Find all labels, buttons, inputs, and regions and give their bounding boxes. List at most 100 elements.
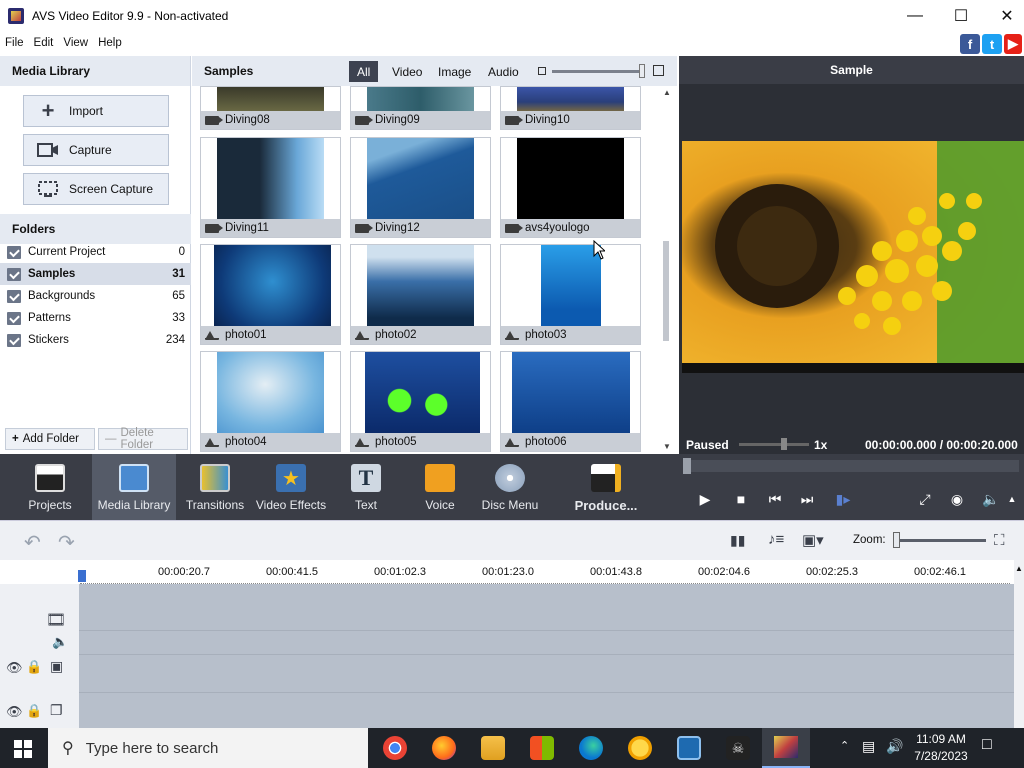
toolbar-disc-menu[interactable]: Disc Menu xyxy=(480,454,540,520)
media-item-photo04[interactable]: photo04 xyxy=(200,351,341,452)
video-app-icon[interactable] xyxy=(677,736,701,760)
fullscreen-icon[interactable]: ⤢ xyxy=(914,488,936,510)
avs-taskbar-button[interactable] xyxy=(762,728,810,768)
windows-start-icon[interactable] xyxy=(14,740,32,758)
tray-chevron-icon[interactable]: ⌃ xyxy=(840,739,849,752)
lock-icon[interactable]: 🔒 xyxy=(26,703,42,719)
folder-current-project[interactable]: Current Project 0 xyxy=(0,241,191,263)
scroll-up-icon[interactable]: ▲ xyxy=(1015,564,1023,573)
timeline-scrollbar[interactable]: ▲ xyxy=(1014,560,1024,728)
clock-date[interactable]: 7/28/2023 xyxy=(912,749,970,763)
timeline-ruler[interactable]: 00:00:20.7 00:00:41.5 00:01:02.3 00:01:2… xyxy=(0,560,1024,584)
snapshot-camera-icon[interactable]: ◉ xyxy=(946,488,968,510)
toolbar-transitions[interactable]: Transitions xyxy=(180,454,250,520)
position-slider-handle[interactable] xyxy=(683,458,691,474)
scroll-down-icon[interactable]: ▼ xyxy=(663,442,671,451)
media-item-avs4youlogo[interactable]: avs4youlogo xyxy=(500,137,641,238)
toolbar-voice[interactable]: Voice xyxy=(410,454,470,520)
media-item-photo02[interactable]: photo02 xyxy=(350,244,491,345)
media-item-photo06[interactable]: photo06 xyxy=(500,351,641,452)
filter-image[interactable]: Image xyxy=(430,61,479,82)
stop-button[interactable]: ■ xyxy=(730,488,752,510)
scroll-up-icon[interactable]: ▲ xyxy=(663,88,671,97)
next-frame-button[interactable]: ⏭ xyxy=(796,488,818,510)
visibility-eye-icon[interactable]: 👁 xyxy=(6,704,23,720)
fit-timeline-icon[interactable]: ⛶ xyxy=(994,532,1005,549)
small-thumb-icon[interactable] xyxy=(538,67,546,75)
delete-folder-button[interactable]: — Delete Folder xyxy=(98,427,188,451)
folder-backgrounds[interactable]: Backgrounds 65 xyxy=(0,285,191,307)
menu-help[interactable]: Help xyxy=(93,37,127,49)
split-icon[interactable]: ▮▸ xyxy=(832,488,854,510)
toolbar-text[interactable]: T Text xyxy=(336,454,396,520)
play-button[interactable]: ▶ xyxy=(694,488,716,510)
firefox-icon[interactable] xyxy=(432,736,456,760)
edge-icon[interactable] xyxy=(579,736,603,760)
media-item-diving12[interactable]: Diving12 xyxy=(350,137,491,238)
game-app-icon[interactable]: ☠ xyxy=(726,736,750,760)
add-folder-button[interactable]: + Add Folder xyxy=(5,428,95,450)
media-item-photo05[interactable]: photo05 xyxy=(350,351,491,452)
menu-file[interactable]: File xyxy=(0,37,29,49)
import-button[interactable]: + Import xyxy=(23,95,169,127)
filter-audio[interactable]: Audio xyxy=(480,61,527,82)
minimize-button[interactable]: — xyxy=(892,0,938,32)
network-icon[interactable]: ▤ xyxy=(862,738,875,755)
volume-icon[interactable]: 🔈 xyxy=(980,488,1002,510)
split-clip-icon[interactable]: ▮▮ xyxy=(730,532,745,549)
folder-samples[interactable]: Samples 31 xyxy=(0,263,191,285)
media-item-photo03[interactable]: photo03 xyxy=(500,244,641,345)
previous-frame-button[interactable]: ⏮ xyxy=(764,488,786,510)
media-item-diving10[interactable]: Diving10 xyxy=(500,86,641,130)
taskbar-search-box[interactable]: ⚲ Type here to search xyxy=(48,728,368,768)
youtube-icon[interactable]: ▶ xyxy=(1004,34,1022,54)
menu-view[interactable]: View xyxy=(58,37,93,49)
speed-slider[interactable] xyxy=(739,443,809,446)
timeline-position-slider[interactable] xyxy=(683,460,1019,472)
speed-slider-handle[interactable] xyxy=(781,438,787,450)
thumb-size-handle[interactable] xyxy=(639,64,645,78)
speaker-icon[interactable]: 🔊 xyxy=(886,738,903,755)
large-thumb-icon[interactable] xyxy=(653,65,664,76)
scroll-thumb[interactable] xyxy=(663,241,669,341)
maximize-button[interactable]: ☐ xyxy=(938,0,984,32)
close-button[interactable]: ✕ xyxy=(984,0,1024,32)
media-item-photo01[interactable]: photo01 xyxy=(200,244,341,345)
lock-icon[interactable]: 🔒 xyxy=(26,659,42,675)
undo-icon[interactable]: ↶ xyxy=(24,530,41,555)
audio-mute-icon[interactable]: 🔈 xyxy=(52,634,68,650)
redo-icon[interactable]: ↷ xyxy=(58,530,75,555)
folder-stickers[interactable]: Stickers 234 xyxy=(0,329,191,351)
media-item-diving09[interactable]: Diving09 xyxy=(350,86,491,130)
folder-patterns[interactable]: Patterns 33 xyxy=(0,307,191,329)
twitter-icon[interactable]: t xyxy=(982,34,1002,54)
clock-time[interactable]: 11:09 AM xyxy=(912,732,970,746)
toolbar-produce[interactable]: Produce... xyxy=(568,454,644,520)
toolbar-media-library[interactable]: Media Library xyxy=(92,454,176,520)
thumb-size-slider[interactable] xyxy=(552,70,644,73)
microsoft-store-icon[interactable] xyxy=(530,736,554,760)
filter-video[interactable]: Video xyxy=(384,61,430,82)
facebook-icon[interactable]: f xyxy=(960,34,980,54)
timeline-track-area[interactable] xyxy=(79,584,1014,728)
toolbar-video-effects[interactable]: ★ Video Effects xyxy=(254,454,328,520)
media-item-diving08[interactable]: Diving08 xyxy=(200,86,341,130)
menu-edit[interactable]: Edit xyxy=(29,37,59,49)
audio-mixer-icon[interactable]: ♪≡ xyxy=(768,531,784,548)
media-item-diving11[interactable]: Diving11 xyxy=(200,137,341,238)
storyboard-view-icon[interactable]: ▣▾ xyxy=(802,531,824,549)
filter-all[interactable]: All xyxy=(349,61,379,82)
zoom-slider-handle[interactable] xyxy=(893,532,900,548)
capture-button[interactable]: Capture xyxy=(23,134,169,166)
chrome-icon[interactable] xyxy=(383,736,407,760)
media-scrollbar[interactable]: ▲ ▼ xyxy=(660,86,674,454)
visibility-eye-icon[interactable]: 👁 xyxy=(6,660,23,676)
file-explorer-icon[interactable] xyxy=(481,736,505,760)
screen-capture-button[interactable]: Screen Capture xyxy=(23,173,169,205)
zoom-slider[interactable] xyxy=(893,539,986,542)
toolbar-projects[interactable]: Projects xyxy=(10,454,90,520)
volume-dropdown-icon[interactable]: ▲ xyxy=(1004,488,1020,510)
app-circle-icon[interactable] xyxy=(628,736,652,760)
notifications-icon[interactable]: □ xyxy=(982,736,992,754)
toolbar-label: Media Library xyxy=(97,498,171,512)
